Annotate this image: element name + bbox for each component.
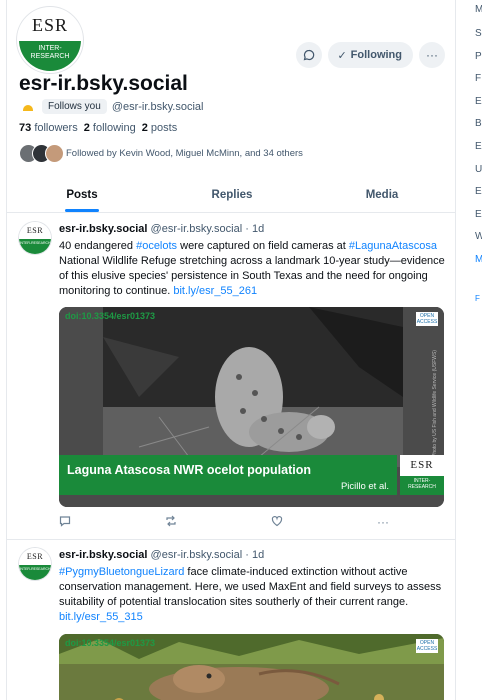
- esr-logo: ESR INTER-RESEARCH: [19, 222, 51, 254]
- post-handle[interactable]: @esr-ir.bsky.social: [151, 549, 243, 561]
- like-icon[interactable]: [271, 515, 283, 530]
- post-avatar[interactable]: ESR INTER-RESEARCH: [19, 222, 51, 254]
- hashtag-link[interactable]: #PygmyBluetongueLizard: [59, 566, 184, 578]
- post-author[interactable]: esr-ir.bsky.social: [59, 549, 147, 561]
- known-followers-avatars: [19, 144, 64, 163]
- post-time[interactable]: 1d: [252, 549, 264, 561]
- posts-count: 2 posts: [141, 122, 178, 134]
- following-button[interactable]: ✓ Following: [328, 42, 413, 68]
- sidebar-item[interactable]: U: [475, 164, 482, 175]
- post-handle[interactable]: @esr-ir.bsky.social: [151, 223, 243, 235]
- profile-tabs: Posts Replies Media: [7, 181, 455, 213]
- esr-logo: ESR INTER-RESEARCH: [19, 548, 51, 580]
- sidebar-item[interactable]: E: [475, 141, 482, 152]
- post-author[interactable]: esr-ir.bsky.social: [59, 223, 147, 235]
- image-caption-title: Laguna Atascosa NWR ocelot population: [67, 463, 311, 477]
- known-followers[interactable]: Followed by Kevin Wood, Miguel McMinn, a…: [19, 144, 303, 163]
- repost-icon[interactable]: [165, 515, 177, 530]
- hashtag-link[interactable]: #LagunaAtascosa: [349, 240, 437, 252]
- sidebar-item[interactable]: M: [475, 4, 482, 15]
- image-caption-bar: Laguna Atascosa NWR ocelot population Pi…: [59, 455, 397, 495]
- hashtag-link[interactable]: #ocelots: [136, 240, 177, 252]
- sun-icon: [19, 101, 37, 113]
- profile-avatar[interactable]: ESR INTER-RESEARCH: [17, 7, 83, 73]
- post-text: #PygmyBluetongueLizard face climate-indu…: [59, 566, 442, 623]
- open-access-badge: OPEN ACCESS: [416, 312, 438, 326]
- profile-handle: @esr-ir.bsky.social: [111, 100, 204, 113]
- post-separator: ·: [245, 223, 249, 235]
- tab-media[interactable]: Media: [307, 181, 455, 212]
- followers-link[interactable]: 73 followers: [19, 122, 78, 134]
- sidebar-item[interactable]: E: [475, 186, 482, 197]
- sidebar-item[interactable]: S: [475, 28, 482, 39]
- post-avatar[interactable]: ESR INTER-RESEARCH: [19, 548, 51, 580]
- post-text: 40 endangered #ocelots were captured on …: [59, 240, 445, 297]
- post-header: esr-ir.bsky.social @esr-ir.bsky.social ·…: [59, 549, 264, 561]
- doi-label: doi:10.3354/esr01373: [65, 638, 156, 648]
- post-actions: ···: [59, 515, 389, 530]
- doi-label: doi:10.3354/esr01373: [65, 311, 156, 321]
- sidebar-item[interactable]: E: [475, 96, 482, 107]
- profile-main-column: ESR INTER-RESEARCH ✓ Following ··· esr-i…: [6, 0, 456, 700]
- right-sidebar: M S P F E B E U E E W M F: [475, 0, 482, 700]
- image-caption-author: Picillo et al.: [340, 481, 389, 492]
- post-image[interactable]: doi:10.3354/esr01373 OPEN ACCESS Photo b…: [59, 307, 444, 507]
- reply-icon[interactable]: [59, 515, 71, 530]
- esr-logo: ESR INTER-RESEARCH: [19, 9, 81, 71]
- profile-header-actions: ✓ Following ···: [296, 42, 445, 68]
- tab-posts[interactable]: Posts: [7, 181, 157, 212]
- feed-post[interactable]: ESR INTER-RESEARCH esr-ir.bsky.social @e…: [7, 540, 455, 700]
- photo-credit: Photo by US Fish and Wildlife Service (U…: [432, 350, 438, 457]
- chat-bubble-icon: [304, 49, 315, 61]
- post-header: esr-ir.bsky.social @esr-ir.bsky.social ·…: [59, 223, 264, 235]
- following-button-label: Following: [350, 49, 402, 61]
- sidebar-item[interactable]: E: [475, 209, 482, 220]
- sidebar-link[interactable]: F: [475, 294, 480, 303]
- ellipsis-icon: ···: [426, 48, 438, 62]
- sidebar-item[interactable]: F: [475, 73, 481, 84]
- sidebar-link[interactable]: M: [475, 254, 482, 265]
- tab-replies[interactable]: Replies: [157, 181, 307, 212]
- check-icon: ✓: [337, 49, 347, 62]
- known-followers-text: Followed by Kevin Wood, Miguel McMinn, a…: [66, 148, 303, 159]
- post-url-link[interactable]: bit.ly/esr_55_315: [59, 611, 143, 623]
- sidebar-item[interactable]: P: [475, 51, 482, 62]
- profile-display-name: esr-ir.bsky.social: [19, 72, 188, 95]
- more-options-button[interactable]: ···: [419, 42, 445, 68]
- profile-stats: 73 followers 2 following 2 posts: [19, 122, 177, 134]
- post-separator: ·: [245, 549, 249, 561]
- sidebar-item[interactable]: W: [475, 231, 482, 242]
- avatar: [45, 144, 64, 163]
- following-link[interactable]: 2 following: [84, 122, 136, 134]
- post-time[interactable]: 1d: [252, 223, 264, 235]
- message-button[interactable]: [296, 42, 323, 68]
- open-access-badge: OPEN ACCESS: [416, 639, 438, 653]
- post-url-link[interactable]: bit.ly/esr_55_261: [173, 285, 257, 297]
- esr-logo: ESR INTER-RESEARCH: [400, 455, 444, 495]
- sidebar-item[interactable]: B: [475, 118, 482, 129]
- feed-post[interactable]: ESR INTER-RESEARCH esr-ir.bsky.social @e…: [7, 214, 455, 540]
- follows-you-badge: Follows you: [42, 99, 107, 114]
- ellipsis-icon[interactable]: ···: [377, 515, 389, 530]
- profile-handle-row: Follows you @esr-ir.bsky.social: [19, 99, 203, 114]
- post-image[interactable]: doi:10.3354/esr01373 OPEN ACCESS: [59, 634, 444, 700]
